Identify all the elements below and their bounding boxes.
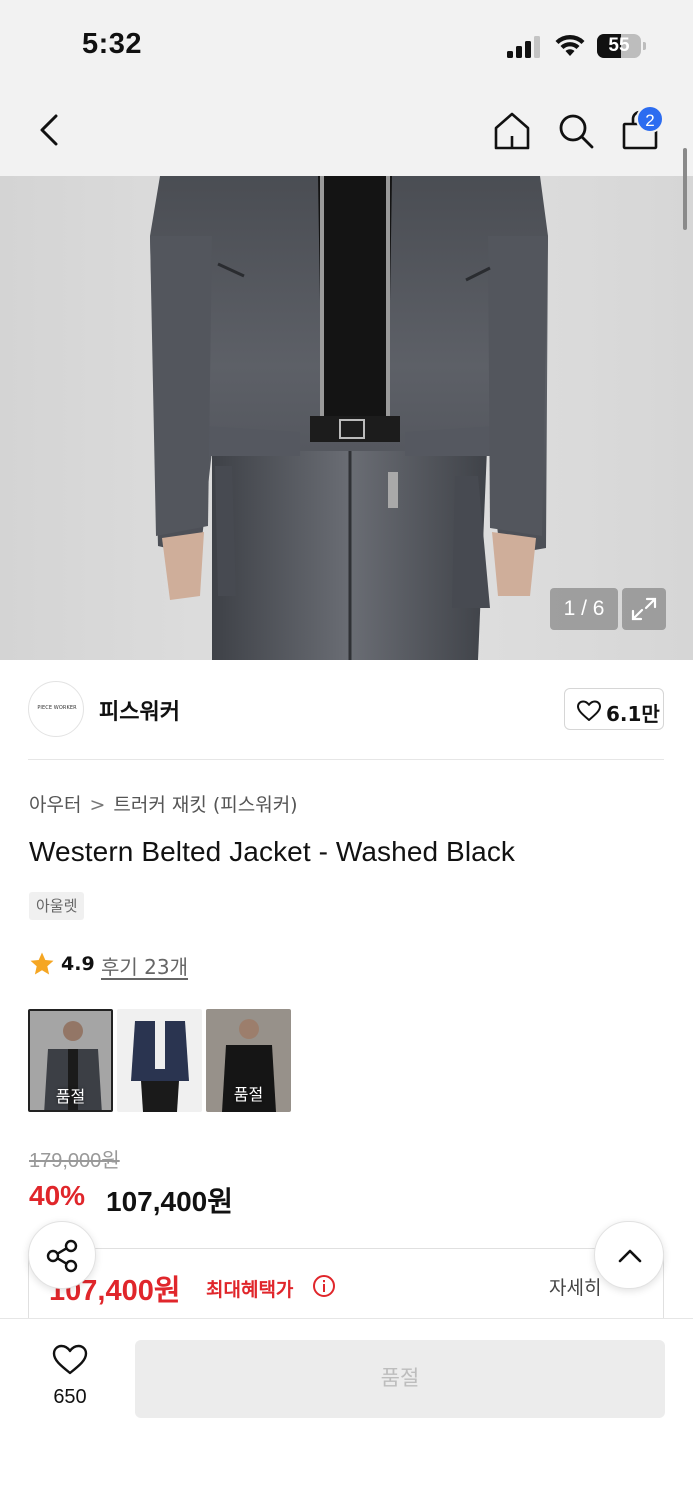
battery-indicator: 55 — [597, 34, 647, 58]
back-icon[interactable] — [34, 110, 66, 150]
brand-like-count: 6.1만 — [606, 702, 660, 726]
variant-soldout-label: 품절 — [55, 1087, 86, 1106]
battery-level: 55 — [608, 35, 630, 56]
review-link[interactable]: 후기 23개 — [101, 951, 188, 980]
product-title: Western Belted Jacket - Washed Black — [29, 836, 516, 867]
detail-link[interactable]: 자세히 — [549, 1273, 601, 1300]
variant-swatch-2[interactable] — [117, 1009, 202, 1112]
brand-logo-text: PIECE WORKER — [37, 705, 77, 711]
expand-icon — [631, 597, 657, 621]
discount-rate: 40% — [29, 1180, 86, 1211]
divider — [28, 759, 664, 760]
brand-logo[interactable]: PIECE WORKER — [28, 681, 84, 737]
wishlist-count: 650 — [53, 1386, 87, 1408]
scroll-to-top-button[interactable] — [594, 1221, 664, 1289]
star-icon — [30, 952, 54, 975]
search-icon[interactable] — [556, 110, 596, 152]
original-price: 179,000원 — [29, 1150, 120, 1172]
image-counter: 1 / 6 — [550, 588, 618, 630]
nav-bar — [0, 86, 693, 176]
brand-like-button[interactable]: 6.1만 — [564, 688, 664, 730]
status-time: 5:32 — [82, 28, 143, 60]
variant-swatch-1[interactable]: 품절 — [28, 1009, 113, 1112]
variant-thumbnail — [117, 1009, 202, 1112]
benefit-label: 최대혜택가 — [206, 1279, 294, 1301]
brand-name[interactable]: 피스워커 — [99, 694, 180, 726]
sale-price: 107,400원 — [106, 1186, 233, 1217]
chevron-up-icon — [618, 1249, 642, 1263]
status-bar: 5:32 55 — [0, 0, 693, 86]
info-icon[interactable] — [312, 1274, 336, 1298]
variant-soldout-label: 품절 — [233, 1085, 264, 1104]
chevron-right-icon: > — [89, 794, 106, 816]
scroll-indicator[interactable] — [683, 148, 687, 230]
share-button[interactable] — [28, 1221, 96, 1289]
rating-value: 4.9 — [61, 953, 95, 975]
share-icon — [46, 1239, 78, 1273]
breadcrumb-item-subcategory[interactable]: 트러커 재킷 (피스워커) — [113, 794, 297, 816]
home-icon[interactable] — [492, 110, 532, 152]
cellular-signal-icon — [507, 36, 540, 58]
outlet-tag: 아울렛 — [29, 892, 85, 920]
breadcrumb-item-category[interactable]: 아우터 — [29, 794, 81, 816]
cart-count-badge: 2 — [636, 105, 664, 133]
variant-swatch-3[interactable]: 품절 — [206, 1009, 291, 1112]
heart-icon — [52, 1344, 88, 1375]
breadcrumb: 아우터 > 트러커 재킷 (피스워커) — [29, 790, 298, 817]
wifi-icon — [555, 34, 585, 56]
heart-icon — [577, 700, 601, 721]
buy-button[interactable]: 품절 — [135, 1340, 665, 1418]
wishlist-button[interactable]: 650 — [30, 1340, 110, 1420]
expand-image-button[interactable] — [622, 588, 666, 630]
